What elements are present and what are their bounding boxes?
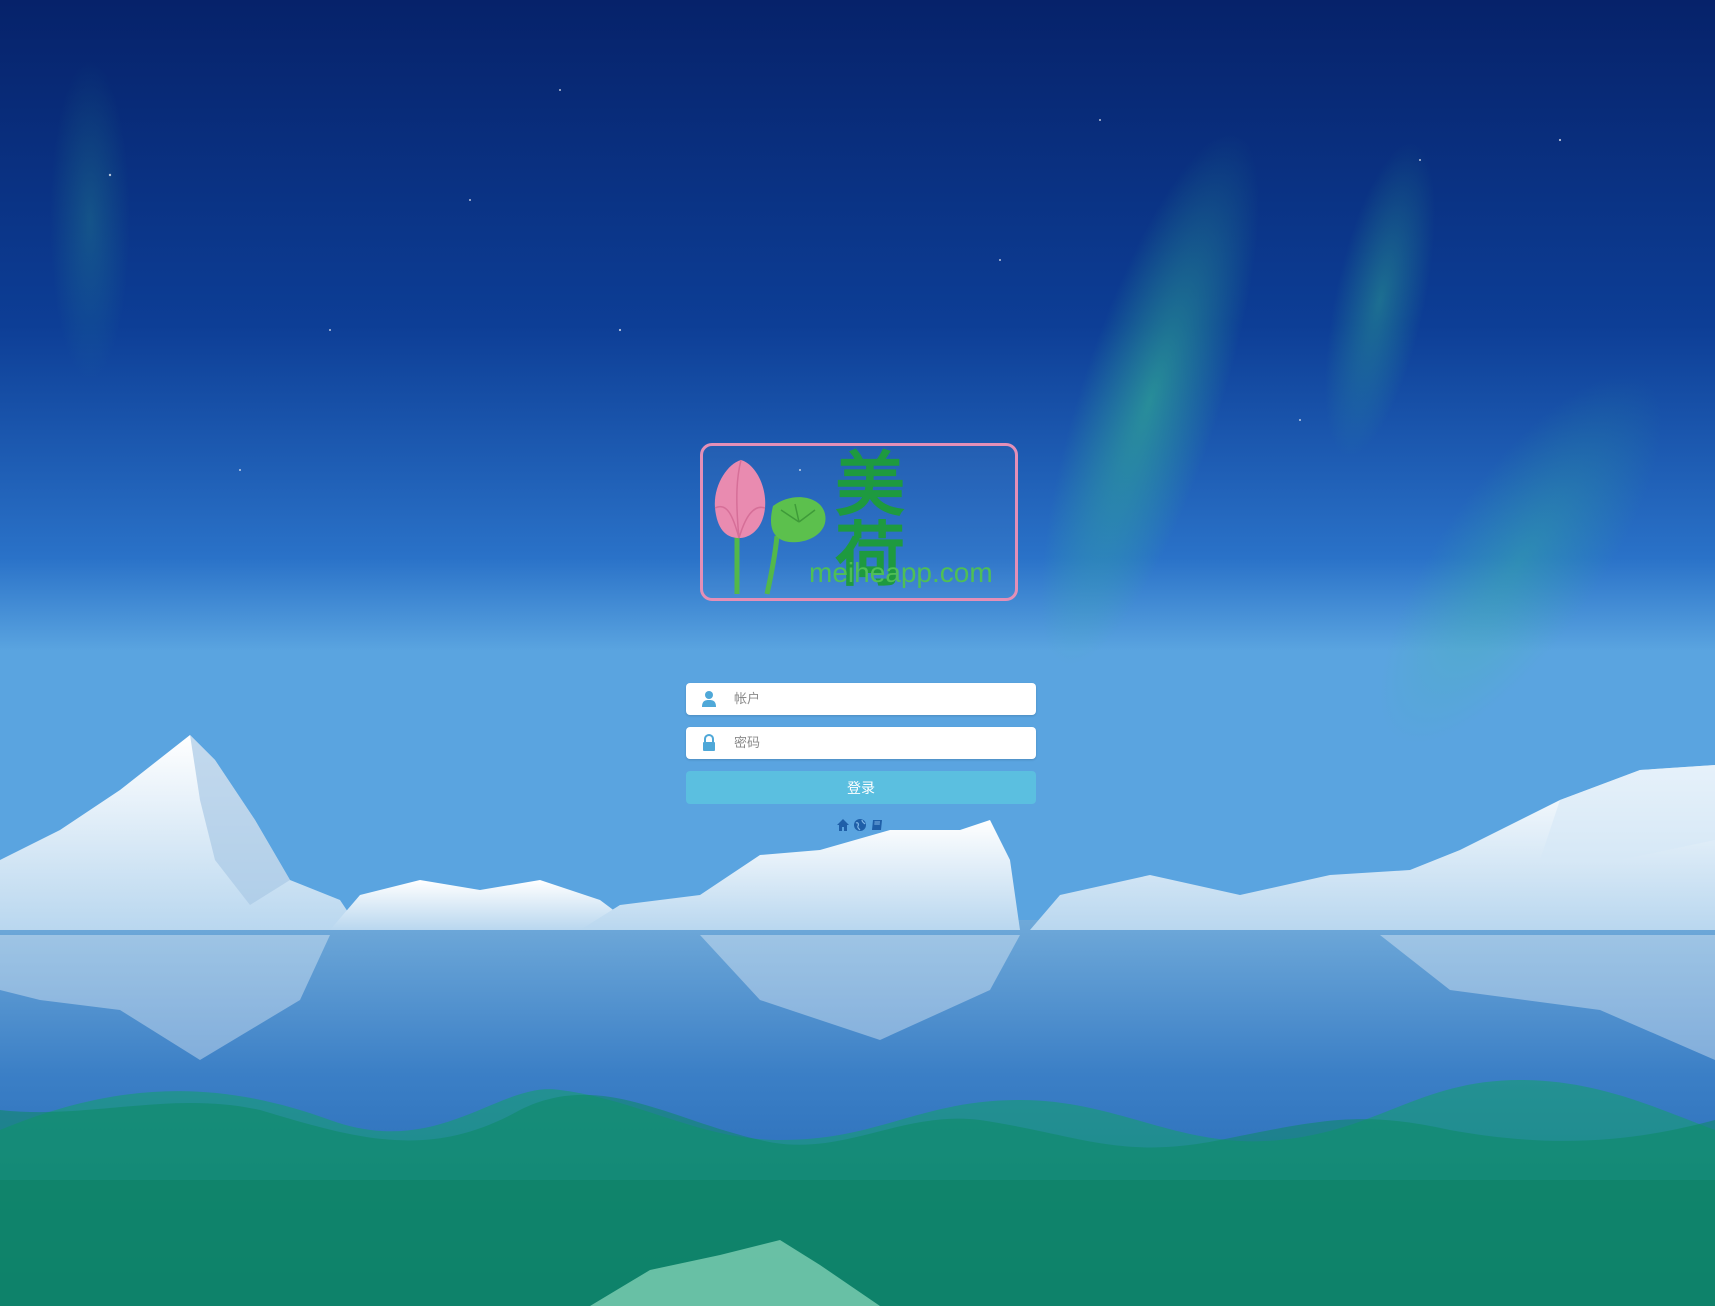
password-field [686, 727, 1036, 759]
user-icon [702, 691, 716, 707]
lock-icon [703, 734, 715, 751]
account-field [686, 683, 1036, 715]
logo: 美 荷 meiheapp.com [700, 443, 1018, 601]
globe-icon[interactable] [853, 817, 867, 831]
background-scene [0, 0, 1715, 1306]
login-button[interactable]: 登录 [686, 771, 1036, 804]
account-input[interactable] [734, 683, 1024, 715]
logo-domain-text: meiheapp.com [809, 557, 993, 588]
password-input[interactable] [734, 727, 1024, 759]
login-form: 登录 [686, 683, 1036, 804]
footer-links [836, 817, 884, 833]
home-icon[interactable] [836, 817, 850, 831]
book-icon[interactable] [870, 817, 884, 831]
